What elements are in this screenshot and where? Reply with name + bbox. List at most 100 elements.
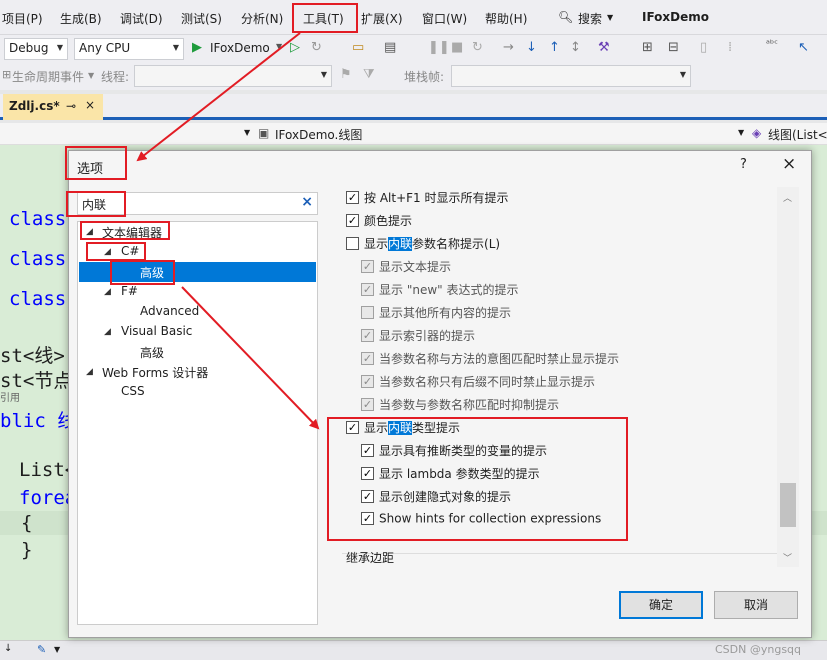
- config-dropdown[interactable]: Debug ▼: [4, 38, 68, 60]
- close-icon[interactable]: ×: [85, 98, 95, 112]
- checkbox-checked-icon[interactable]: ✓: [361, 375, 374, 388]
- tree-item-web-forms-designer[interactable]: ◢ Web Forms 设计器: [78, 362, 317, 382]
- run-target-button[interactable]: IFoxDemo: [210, 41, 270, 55]
- checkbox-checked-icon[interactable]: ✓: [361, 283, 374, 296]
- checkbox-checked-icon[interactable]: ✓: [361, 512, 374, 525]
- step-into-icon[interactable]: ↓: [526, 40, 537, 55]
- checkbox-checked-icon[interactable]: ✓: [346, 191, 359, 204]
- option-row[interactable]: 显示内联参数名称提示(L): [346, 235, 500, 255]
- collapse-icon[interactable]: ◢: [86, 367, 93, 377]
- checkbox-checked-icon[interactable]: ✓: [361, 260, 374, 273]
- tree-item-vb-advanced[interactable]: 高级: [78, 342, 317, 362]
- pause-icon[interactable]: ❚❚: [428, 40, 450, 55]
- document-icon[interactable]: ▯: [700, 40, 707, 55]
- chevron-down-icon[interactable]: ▼: [244, 128, 250, 137]
- diagnostics-icon[interactable]: ⚒: [598, 40, 610, 55]
- menu-extensions[interactable]: 扩展(X): [361, 10, 403, 27]
- menu-project[interactable]: 项目(P): [2, 10, 43, 27]
- comment-icon[interactable]: ⁞: [728, 40, 732, 55]
- option-row[interactable]: ✓ 显示 lambda 参数类型的提示: [361, 465, 540, 485]
- lifecycle-events-label[interactable]: 生命周期事件: [12, 68, 84, 85]
- close-button[interactable]: ×: [782, 154, 796, 174]
- tree-item-fsharp-advanced[interactable]: Advanced: [78, 302, 317, 322]
- chevron-down-icon[interactable]: ▼: [276, 42, 282, 51]
- tree-item-visual-basic[interactable]: ◢ Visual Basic: [78, 322, 317, 342]
- option-row[interactable]: ✓ 显示索引器的提示: [361, 327, 475, 347]
- search-icon[interactable]: 🔍︎: [558, 10, 573, 24]
- checkbox-checked-icon[interactable]: ✓: [361, 352, 374, 365]
- navbar-member[interactable]: 线图(List<: [768, 126, 827, 143]
- option-row[interactable]: ✓ 显示 "new" 表达式的提示: [361, 281, 518, 301]
- option-row[interactable]: ✓ 显示具有推断类型的变量的提示: [361, 442, 547, 462]
- scroll-down-icon[interactable]: ﹀: [783, 551, 792, 564]
- menu-analyze[interactable]: 分析(N): [241, 10, 283, 27]
- folder-icon[interactable]: ▭: [352, 40, 364, 55]
- bookmark-icon[interactable]: ⊞: [642, 40, 653, 55]
- menu-test[interactable]: 测试(S): [181, 10, 222, 27]
- option-row[interactable]: ✓ 颜色提示: [346, 212, 412, 232]
- play-icon[interactable]: ▶: [192, 40, 202, 55]
- options-scrollbar[interactable]: ︿ ﹀: [777, 187, 799, 567]
- flag-icon[interactable]: ⚑: [340, 67, 352, 82]
- hot-reload-icon[interactable]: ↻: [311, 40, 322, 55]
- menu-tools[interactable]: 工具(T): [303, 10, 344, 27]
- thread-dropdown[interactable]: ▼: [134, 65, 332, 87]
- checkbox-checked-icon[interactable]: ✓: [346, 421, 359, 434]
- ok-button[interactable]: 确定: [619, 591, 703, 619]
- navbar-type[interactable]: IFoxDemo.线图: [275, 126, 362, 143]
- option-row[interactable]: ✓ 显示内联类型提示: [346, 419, 460, 439]
- restart-icon[interactable]: ↻: [472, 40, 483, 55]
- menu-build[interactable]: 生成(B): [60, 10, 102, 27]
- stop-icon[interactable]: ■: [451, 40, 463, 55]
- checkbox-checked-icon[interactable]: ✓: [346, 214, 359, 227]
- clear-search-icon[interactable]: ×: [301, 194, 313, 210]
- options-search-input[interactable]: 内联 ×: [77, 192, 318, 215]
- checkbox-checked-icon[interactable]: ✓: [361, 398, 374, 411]
- cancel-button[interactable]: 取消: [714, 591, 798, 619]
- collapse-icon[interactable]: ◢: [86, 227, 93, 237]
- option-row[interactable]: ✓ 显示创建隐式对象的提示: [361, 488, 511, 508]
- option-row[interactable]: ✓ 按 Alt+F1 时显示所有提示: [346, 189, 508, 209]
- document-tab[interactable]: Zdlj.cs* ⊸ ×: [3, 94, 103, 120]
- chevron-down-icon[interactable]: ▼: [88, 71, 94, 80]
- cursor-icon[interactable]: ↖: [798, 40, 809, 55]
- option-row[interactable]: ✓ 当参数名称与方法的意图匹配时禁止显示提示: [361, 350, 619, 370]
- option-row[interactable]: ✓ 当参数与参数名称匹配时抑制提示: [361, 396, 559, 416]
- window-layout-icon[interactable]: ▤: [384, 40, 396, 55]
- option-row[interactable]: ✓ 显示文本提示: [361, 258, 451, 278]
- help-button[interactable]: ?: [740, 157, 747, 172]
- checkbox-unchecked-icon[interactable]: [346, 237, 359, 250]
- brush-icon[interactable]: ✎: [37, 643, 46, 656]
- step-over-icon[interactable]: →: [503, 40, 514, 55]
- platform-dropdown[interactable]: Any CPU ▼: [74, 38, 184, 60]
- tree-item-csharp[interactable]: ◢ C#: [78, 242, 317, 262]
- scroll-thumb[interactable]: [780, 483, 796, 527]
- option-row[interactable]: 显示其他所有内容的提示: [361, 304, 511, 324]
- chevron-down-icon[interactable]: ▼: [738, 128, 744, 137]
- checkbox-unchecked-icon[interactable]: [361, 306, 374, 319]
- step-out-icon[interactable]: ↑: [549, 40, 560, 55]
- grid-icon[interactable]: ⊟: [668, 40, 679, 55]
- filter-icon[interactable]: ⧩: [363, 67, 375, 82]
- option-row[interactable]: ✓ Show hints for collection expressions: [361, 511, 601, 531]
- checkbox-checked-icon[interactable]: ✓: [361, 490, 374, 503]
- stackframe-dropdown[interactable]: ▼: [451, 65, 691, 87]
- menu-window[interactable]: 窗口(W): [422, 10, 467, 27]
- collapse-icon[interactable]: ◢: [104, 287, 111, 297]
- menu-debug[interactable]: 调试(D): [120, 10, 163, 27]
- checkbox-checked-icon[interactable]: ✓: [361, 444, 374, 457]
- tree-item-fsharp[interactable]: ◢ F#: [78, 282, 317, 302]
- tree-item-css[interactable]: CSS: [78, 382, 317, 402]
- spellcheck-icon[interactable]: ᵃᵇᶜ: [766, 39, 778, 50]
- checkbox-checked-icon[interactable]: ✓: [361, 467, 374, 480]
- option-row[interactable]: ✓ 当参数名称只有后缀不同时禁止显示提示: [361, 373, 595, 393]
- checkbox-checked-icon[interactable]: ✓: [361, 329, 374, 342]
- code-lens[interactable]: 引用: [0, 389, 20, 404]
- tree-item-text-editor[interactable]: ◢ 文本编辑器: [78, 222, 317, 242]
- start-without-debug-icon[interactable]: ▷: [290, 40, 300, 55]
- tree-item-csharp-advanced[interactable]: 高级: [79, 262, 316, 282]
- collapse-icon[interactable]: ◢: [104, 247, 111, 257]
- collapse-icon[interactable]: ◢: [104, 327, 111, 337]
- chevron-down-icon[interactable]: ▼: [54, 645, 60, 654]
- search-menu[interactable]: 搜索: [578, 10, 602, 27]
